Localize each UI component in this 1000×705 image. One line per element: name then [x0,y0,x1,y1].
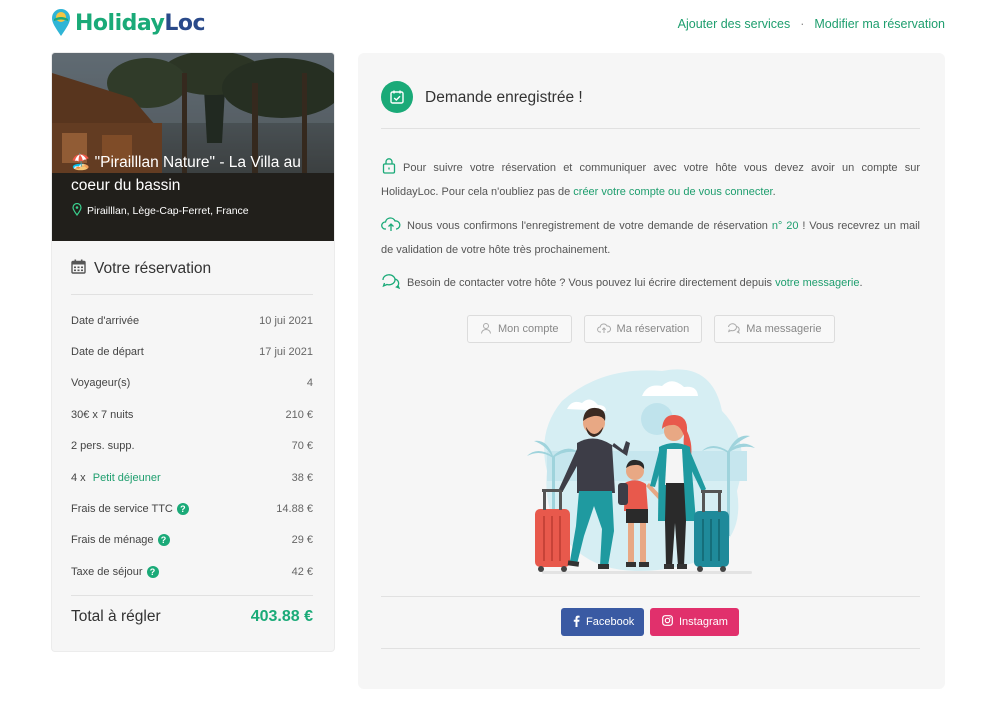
facebook-button[interactable]: Facebook [561,608,644,636]
my-messages-label: Ma messagerie [746,323,822,335]
property-photo: 🏖️ "Pirailllan Nature" - La Villa au coe… [52,53,334,241]
row-value: 29 € [291,534,313,547]
breakfast-link[interactable]: Petit déjeuner [93,472,161,484]
top-nav: Ajouter des services · Modifier ma réser… [678,17,945,31]
row-label-text: Frais de ménage [71,534,154,547]
row-travelers: Voyageur(s) 4 [71,368,313,399]
row-breakfast: 4 x Petit déjeuner 38 € [71,462,313,493]
instagram-button[interactable]: Instagram [650,608,739,636]
row-label: Frais de service TTC? [71,503,189,516]
divider [381,596,920,597]
modify-reservation-link[interactable]: Modifier ma réservation [814,17,945,31]
contact-notice-text: Besoin de contacter votre hôte ? Vous po… [407,277,776,289]
reservation-heading: Votre réservation [71,259,211,279]
confirmation-title: Demande enregistrée ! [425,89,583,106]
contact-notice: Besoin de contacter votre hôte ? Vous po… [381,273,920,297]
account-notice: Pour suivre votre réservation et communi… [381,157,920,203]
row-label-text: Taxe de séjour [71,565,143,578]
row-value: 17 jui 2021 [259,346,313,359]
row-label: Date d'arrivée [71,314,140,327]
property-title: 🏖️ "Pirailllan Nature" - La Villa au coe… [71,154,301,194]
row-label: Date de départ [71,346,144,359]
location-pin-logo-icon [51,9,71,37]
messages-link[interactable]: votre messagerie [775,277,859,289]
confirmation-card: Demande enregistrée ! Pour suivre votre … [358,53,945,689]
my-reservation-label: Ma réservation [616,323,690,335]
facebook-icon [573,615,580,630]
logo-text: HolidayLoc [75,10,206,36]
divider [71,294,313,295]
divider [381,648,920,649]
row-cleaning-fee: Frais de ménage? 29 € [71,525,313,556]
my-reservation-button[interactable]: Ma réservation [583,315,703,343]
row-label-prefix: 4 x [71,471,89,484]
row-label: 2 pers. supp. [71,440,135,453]
calendar-icon [71,259,86,279]
row-label: Frais de ménage? [71,534,170,547]
property-location: Pirailllan, Lège-Cap-Ferret, France [72,202,249,219]
total-value: 403.88 € [250,608,313,625]
row-arrival-date: Date d'arrivée 10 jui 2021 [71,305,313,336]
row-value: 42 € [291,565,313,578]
row-departure-date: Date de départ 17 jui 2021 [71,336,313,367]
row-value: 10 jui 2021 [259,314,313,327]
row-label: Voyageur(s) [71,377,131,390]
row-label: 30€ x 7 nuits [71,408,134,421]
add-services-link[interactable]: Ajouter des services [678,17,791,31]
row-label: Taxe de séjour? [71,565,159,578]
reservation-details: Date d'arrivée 10 jui 2021 Date de départ… [71,305,313,588]
nav-separator: · [800,17,805,31]
row-tourist-tax: Taxe de séjour? 42 € [71,556,313,587]
reservation-heading-text: Votre réservation [94,260,212,277]
divider [71,595,313,596]
row-value: 4 [306,377,313,390]
total-row: Total à régler 403.88 € [71,608,313,626]
my-account-label: Mon compte [498,323,559,335]
account-notice-end: . [772,186,776,198]
reservation-summary-card: 🏖️ "Pirailllan Nature" - La Villa au coe… [52,53,334,651]
property-location-text: Pirailllan, Lège-Cap-Ferret, France [87,205,249,217]
user-icon [480,322,492,337]
row-label: 4 x Petit déjeuner [71,472,161,484]
row-nights: 30€ x 7 nuits 210 € [71,399,313,430]
row-label-text: Frais de service TTC [71,503,173,516]
row-service-fee: Frais de service TTC? 14.88 € [71,493,313,524]
action-buttons: Mon compte Ma réservation Ma messagerie [467,315,835,343]
help-icon[interactable]: ? [146,565,159,578]
social-buttons: Facebook Instagram [561,608,739,636]
cloud-upload-icon [596,322,611,337]
map-pin-icon [72,202,82,219]
cloud-upload-icon [381,216,401,240]
chat-bubbles-icon [727,322,741,337]
create-account-link[interactable]: créer votre compte ou de vous connecter [573,186,772,198]
logo[interactable]: HolidayLoc [51,9,206,37]
reservation-number-link[interactable]: n° 20 [772,220,799,232]
row-value: 210 € [285,408,313,421]
instagram-icon [662,615,673,629]
row-value: 70 € [291,440,313,453]
row-value: 14.88 € [276,503,313,516]
calendar-check-icon [381,81,413,113]
confirmation-notice: Nous vous confirmons l'enregistrement de… [381,216,920,261]
family-travel-illustration [522,361,772,591]
row-extra-persons: 2 pers. supp. 70 € [71,431,313,462]
divider [381,128,920,129]
lock-icon [381,157,397,182]
my-account-button[interactable]: Mon compte [467,315,572,343]
confirmation-notice-text: Nous vous confirmons l'enregistrement de… [407,220,772,232]
chat-bubbles-icon [381,273,401,297]
instagram-label: Instagram [679,616,728,628]
row-value: 38 € [291,471,313,484]
total-label: Total à régler [71,608,161,625]
facebook-label: Facebook [586,616,635,628]
contact-notice-end: . [859,277,863,289]
my-messages-button[interactable]: Ma messagerie [714,315,835,343]
help-icon[interactable]: ? [157,534,170,547]
help-icon[interactable]: ? [176,503,189,516]
